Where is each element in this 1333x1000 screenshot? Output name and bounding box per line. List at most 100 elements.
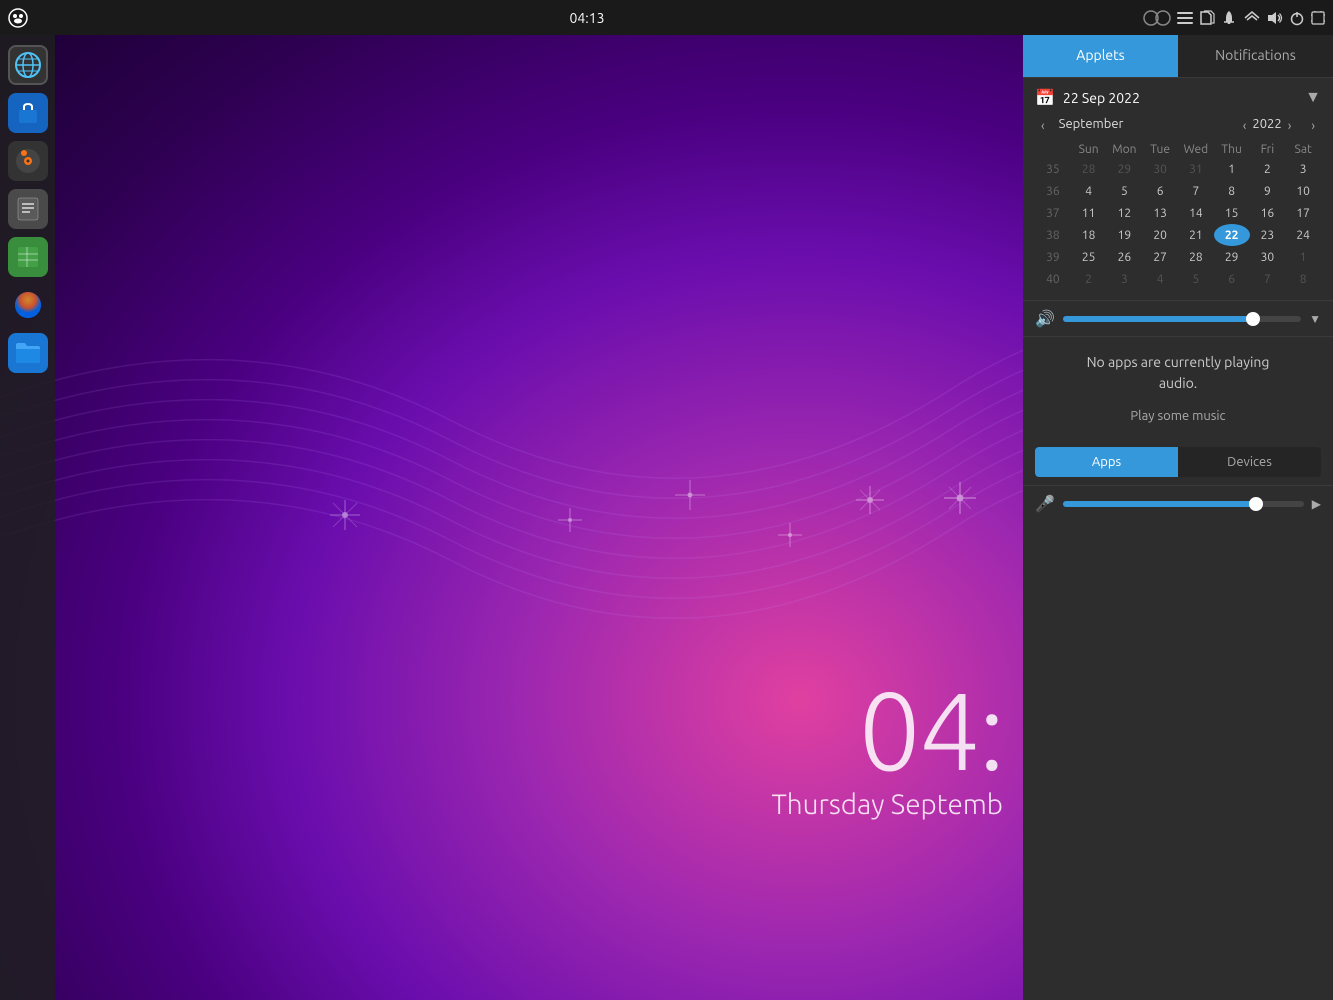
calendar-body: 3528293031123364567891037111213141516173… bbox=[1035, 158, 1321, 290]
cal-header-empty bbox=[1035, 141, 1071, 158]
right-panel: Applets Notifications 📅 22 Sep 2022 ▼ ‹ … bbox=[1023, 35, 1333, 1000]
menu-icon[interactable] bbox=[5, 5, 31, 31]
dock-icon-launcher[interactable] bbox=[8, 45, 48, 85]
calendar-day[interactable]: 21 bbox=[1178, 224, 1214, 246]
menu-lines-icon[interactable] bbox=[1177, 12, 1193, 24]
volume-icon: 🔊 bbox=[1035, 309, 1055, 328]
calendar-day[interactable]: 22 bbox=[1214, 224, 1250, 246]
calendar-day[interactable]: 3 bbox=[1107, 268, 1143, 290]
calendar-day[interactable]: 31 bbox=[1178, 158, 1214, 180]
calendar-day[interactable]: 13 bbox=[1142, 202, 1178, 224]
calendar-day[interactable]: 29 bbox=[1107, 158, 1143, 180]
calendar-day[interactable]: 17 bbox=[1285, 202, 1321, 224]
calendar-day[interactable]: 3 bbox=[1285, 158, 1321, 180]
desktop-clock: 04: Thursday Septemb bbox=[771, 674, 1003, 820]
calendar-day[interactable]: 11 bbox=[1071, 202, 1107, 224]
calendar-day[interactable]: 10 bbox=[1285, 180, 1321, 202]
dock-icon-text-editor[interactable] bbox=[8, 189, 48, 229]
volume-expand-btn[interactable]: ▼ bbox=[1309, 312, 1321, 326]
prev-year-btn[interactable]: ‹ bbox=[1237, 117, 1253, 135]
calendar-day[interactable]: 4 bbox=[1142, 268, 1178, 290]
calendar-day[interactable]: 28 bbox=[1071, 158, 1107, 180]
calendar-day[interactable]: 1 bbox=[1214, 158, 1250, 180]
calendar-day[interactable]: 2 bbox=[1250, 158, 1286, 180]
calendar-month[interactable]: September bbox=[1059, 117, 1124, 135]
calendar-day[interactable]: 8 bbox=[1214, 180, 1250, 202]
calendar-day[interactable]: 30 bbox=[1250, 246, 1286, 268]
calendar-dropdown-icon[interactable]: ▼ bbox=[1305, 88, 1321, 107]
calendar-day[interactable]: 8 bbox=[1285, 268, 1321, 290]
next-month-btn[interactable]: › bbox=[1305, 117, 1321, 135]
cal-header-tue: Tue bbox=[1142, 141, 1178, 158]
calendar-day[interactable]: 1 bbox=[1285, 246, 1321, 268]
calendar-day[interactable]: 15 bbox=[1214, 202, 1250, 224]
dock bbox=[0, 35, 55, 1000]
mic-section: 🎤 ▶ bbox=[1023, 485, 1333, 521]
calendar-table: Sun Mon Tue Wed Thu Fri Sat 352829303112… bbox=[1035, 141, 1321, 290]
calendar-week-row: 3645678910 bbox=[1035, 180, 1321, 202]
volume-slider-fill bbox=[1063, 316, 1254, 322]
notification-bell-icon[interactable] bbox=[1221, 10, 1237, 26]
calendar-day[interactable]: 6 bbox=[1142, 180, 1178, 202]
volume-taskbar-icon[interactable] bbox=[1267, 11, 1283, 25]
power-icon[interactable] bbox=[1289, 10, 1305, 26]
clock-date: Thursday Septemb bbox=[771, 789, 1003, 820]
volume-slider-thumb[interactable] bbox=[1246, 312, 1260, 326]
calendar-day[interactable]: 4 bbox=[1071, 180, 1107, 202]
mic-slider-fill bbox=[1063, 501, 1256, 507]
calendar-day[interactable]: 12 bbox=[1107, 202, 1143, 224]
prev-month-btn[interactable]: ‹ bbox=[1035, 117, 1051, 135]
cal-header-sun: Sun bbox=[1071, 141, 1107, 158]
week-number: 40 bbox=[1035, 268, 1071, 290]
calendar-day[interactable]: 23 bbox=[1250, 224, 1286, 246]
tab-notifications[interactable]: Notifications bbox=[1178, 35, 1333, 77]
week-number: 37 bbox=[1035, 202, 1071, 224]
calendar-day[interactable]: 7 bbox=[1178, 180, 1214, 202]
mic-slider-thumb[interactable] bbox=[1249, 497, 1263, 511]
play-music-button[interactable]: Play some music bbox=[1130, 409, 1225, 423]
calendar-week-row: 402345678 bbox=[1035, 268, 1321, 290]
tab-applets[interactable]: Applets bbox=[1023, 35, 1178, 77]
cal-header-mon: Mon bbox=[1107, 141, 1143, 158]
taskbar-right bbox=[1143, 10, 1333, 26]
dock-icon-music[interactable] bbox=[8, 141, 48, 181]
screenshot-icon[interactable] bbox=[1311, 11, 1325, 25]
calendar-day[interactable]: 30 bbox=[1142, 158, 1178, 180]
dock-icon-bag[interactable] bbox=[8, 93, 48, 133]
calendar-day[interactable]: 25 bbox=[1071, 246, 1107, 268]
dock-icon-firefox[interactable] bbox=[8, 285, 48, 325]
network-icon[interactable] bbox=[1243, 11, 1261, 25]
calendar-day[interactable]: 28 bbox=[1178, 246, 1214, 268]
calendar-day[interactable]: 26 bbox=[1107, 246, 1143, 268]
calendar-day[interactable]: 29 bbox=[1214, 246, 1250, 268]
week-number: 38 bbox=[1035, 224, 1071, 246]
taskbar-center: 04:13 bbox=[31, 10, 1143, 26]
calendar-day[interactable]: 14 bbox=[1178, 202, 1214, 224]
calendar-nav: ‹ September ‹ 2022 › › bbox=[1035, 117, 1321, 135]
calendar-year[interactable]: 2022 bbox=[1252, 117, 1281, 135]
next-year-btn[interactable]: › bbox=[1282, 117, 1298, 135]
volume-slider[interactable] bbox=[1063, 316, 1301, 322]
dock-icon-file-manager[interactable] bbox=[8, 333, 48, 373]
calendar-day[interactable]: 6 bbox=[1214, 268, 1250, 290]
calendar-week-row: 3528293031123 bbox=[1035, 158, 1321, 180]
dock-icon-spreadsheet[interactable] bbox=[8, 237, 48, 277]
calendar-section: 📅 22 Sep 2022 ▼ ‹ September ‹ 2022 › › S… bbox=[1023, 78, 1333, 300]
calendar-day[interactable]: 5 bbox=[1178, 268, 1214, 290]
tab-devices[interactable]: Devices bbox=[1178, 447, 1321, 477]
calendar-day[interactable]: 18 bbox=[1071, 224, 1107, 246]
calendar-day[interactable]: 9 bbox=[1250, 180, 1286, 202]
mic-expand-btn[interactable]: ▶ bbox=[1312, 497, 1321, 511]
calendar-day[interactable]: 24 bbox=[1285, 224, 1321, 246]
calendar-day[interactable]: 20 bbox=[1142, 224, 1178, 246]
calendar-day[interactable]: 16 bbox=[1250, 202, 1286, 224]
calendar-week-row: 3818192021222324 bbox=[1035, 224, 1321, 246]
files-icon[interactable] bbox=[1199, 10, 1215, 26]
calendar-day[interactable]: 2 bbox=[1071, 268, 1107, 290]
calendar-day[interactable]: 7 bbox=[1250, 268, 1286, 290]
tab-apps[interactable]: Apps bbox=[1035, 447, 1178, 477]
calendar-day[interactable]: 27 bbox=[1142, 246, 1178, 268]
calendar-day[interactable]: 5 bbox=[1107, 180, 1143, 202]
mic-slider[interactable] bbox=[1063, 501, 1304, 507]
calendar-day[interactable]: 19 bbox=[1107, 224, 1143, 246]
